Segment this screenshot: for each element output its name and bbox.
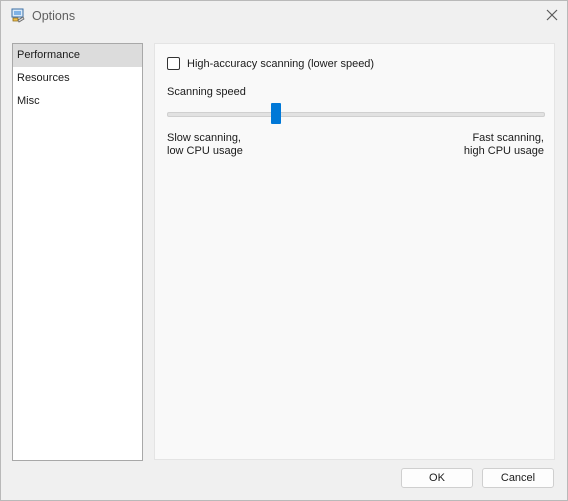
high-accuracy-option[interactable]: High-accuracy scanning (lower speed) [167,57,374,70]
app-icon [10,8,26,24]
category-list: Performance Resources Misc [12,43,143,461]
nav-item-resources[interactable]: Resources [13,67,142,90]
slow-label-line1: Slow scanning, [167,132,241,144]
performance-panel: High-accuracy scanning (lower speed) Sca… [154,43,555,460]
title-bar: Options [1,1,567,32]
close-button[interactable] [540,5,564,27]
high-accuracy-checkbox[interactable] [167,57,180,70]
slider-thumb[interactable] [271,103,282,124]
cancel-button[interactable]: Cancel [482,468,554,488]
scanning-speed-slider[interactable] [167,102,545,126]
high-accuracy-label: High-accuracy scanning (lower speed) [187,57,375,70]
fast-label-line2: high CPU usage [463,145,544,157]
ok-button[interactable]: OK [401,468,473,488]
scanning-speed-label: Scanning speed [167,86,246,98]
fast-scanning-label: Fast scanning, high CPU usage [464,132,544,158]
slow-scanning-label: Slow scanning, low CPU usage [167,132,243,158]
slow-label-line2: low CPU usage [167,145,243,157]
slider-track[interactable] [167,112,545,117]
close-icon [546,9,558,24]
nav-item-misc[interactable]: Misc [13,90,142,113]
nav-item-performance[interactable]: Performance [13,44,142,67]
options-window: Options Performance Resources Misc High-… [0,0,568,501]
window-title: Options [32,9,76,23]
fast-label-line1: Fast scanning, [472,132,544,144]
